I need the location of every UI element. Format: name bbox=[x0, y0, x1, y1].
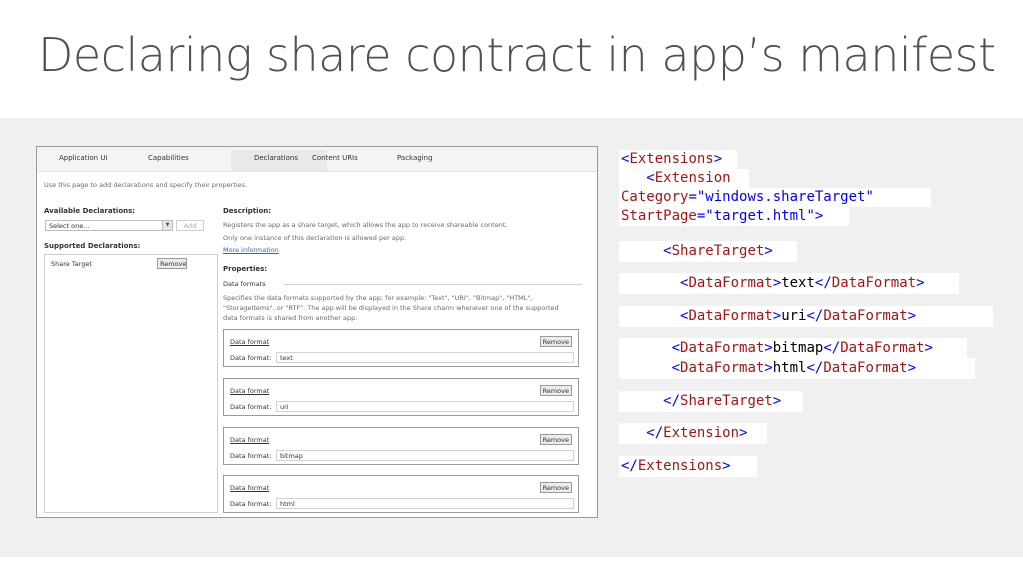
description-label: Description: bbox=[223, 207, 272, 215]
code-attr-startpage: StartPage="target.html"> bbox=[621, 208, 824, 224]
chevron-down-icon[interactable]: ▼ bbox=[162, 221, 172, 230]
description-line-1: Registers the app as a share target, whi… bbox=[223, 221, 508, 229]
declaration-select[interactable]: Select one... ▼ bbox=[45, 220, 173, 231]
code-sharetarget-close: </ShareTarget> bbox=[663, 393, 782, 409]
data-format-input[interactable]: bitmap bbox=[276, 450, 574, 461]
list-item-share-target[interactable]: Share Target bbox=[51, 260, 92, 268]
tab-application-ui[interactable]: Application UI bbox=[59, 154, 108, 162]
select-value: Select one... bbox=[49, 222, 90, 230]
data-format-title: Data format bbox=[230, 436, 270, 444]
data-format-group: Data format Remove Data format: text bbox=[223, 329, 579, 367]
formats-help-3: data formats is shared from another app. bbox=[223, 314, 358, 322]
tab-content-uris[interactable]: Content URIs bbox=[312, 154, 358, 162]
section-divider bbox=[284, 284, 582, 285]
code-dataformat-html: <DataFormat>html</DataFormat> bbox=[671, 360, 917, 376]
tab-packaging[interactable]: Packaging bbox=[397, 154, 433, 162]
data-format-input[interactable]: uri bbox=[276, 401, 574, 412]
code-attr-category: Category="windows.shareTarget" bbox=[621, 189, 874, 205]
code-extensions-open: <Extensions> bbox=[621, 151, 723, 167]
tab-bar: Application UI Capabilities Declarations… bbox=[37, 147, 597, 172]
formats-help-1: Specifies the data formats supported by … bbox=[223, 294, 533, 302]
remove-format-button[interactable]: Remove bbox=[539, 385, 572, 396]
tab-capabilities[interactable]: Capabilities bbox=[148, 154, 189, 162]
intro-text: Use this page to add declarations and sp… bbox=[44, 181, 248, 189]
supported-declarations-list: Share Target Remove bbox=[44, 254, 218, 513]
code-sharetarget-open: <ShareTarget> bbox=[663, 243, 773, 259]
properties-label: Properties: bbox=[223, 265, 268, 273]
add-button[interactable]: Add bbox=[176, 220, 204, 231]
data-format-group: Data format Remove Data format: bitmap bbox=[223, 427, 579, 465]
data-format-title: Data format bbox=[230, 484, 270, 492]
remove-format-button[interactable]: Remove bbox=[539, 336, 572, 347]
code-dataformat-uri: <DataFormat>uri</DataFormat> bbox=[680, 308, 917, 324]
manifest-designer: Application UI Capabilities Declarations… bbox=[36, 146, 598, 518]
tab-declarations[interactable]: Declarations bbox=[229, 154, 323, 162]
formats-help-2: "StorageItems", or "RTF". The app will b… bbox=[223, 304, 559, 312]
slide-title: Declaring share contract in app’s manife… bbox=[38, 28, 996, 82]
code-dataformat-bitmap: <DataFormat>bitmap</DataFormat> bbox=[671, 340, 933, 356]
remove-format-button[interactable]: Remove bbox=[539, 482, 572, 493]
remove-format-button[interactable]: Remove bbox=[539, 434, 572, 445]
data-format-label: Data format: bbox=[230, 500, 272, 508]
code-extension-open: <Extension bbox=[646, 170, 731, 186]
code-extensions-close: </Extensions> bbox=[621, 458, 731, 474]
data-format-group: Data format Remove Data format: html bbox=[223, 475, 579, 513]
remove-declaration-button[interactable]: Remove bbox=[157, 258, 187, 269]
data-format-input[interactable]: text bbox=[276, 352, 574, 363]
code-extension-close: </Extension> bbox=[646, 425, 748, 441]
description-line-2: Only one instance of this declaration is… bbox=[223, 234, 407, 242]
more-information-link[interactable]: More information bbox=[223, 246, 279, 254]
data-format-label: Data format: bbox=[230, 354, 272, 362]
data-format-group: Data format Remove Data format: uri bbox=[223, 378, 579, 416]
data-formats-section: Data formats bbox=[223, 280, 266, 288]
data-format-title: Data format bbox=[230, 338, 270, 346]
data-format-title: Data format bbox=[230, 387, 270, 395]
supported-declarations-label: Supported Declarations: bbox=[44, 242, 141, 250]
data-format-label: Data format: bbox=[230, 452, 272, 460]
code-dataformat-text: <DataFormat>text</DataFormat> bbox=[680, 275, 925, 291]
data-format-input[interactable]: html bbox=[276, 498, 574, 509]
data-format-label: Data format: bbox=[230, 403, 272, 411]
available-declarations-label: Available Declarations: bbox=[44, 207, 136, 215]
